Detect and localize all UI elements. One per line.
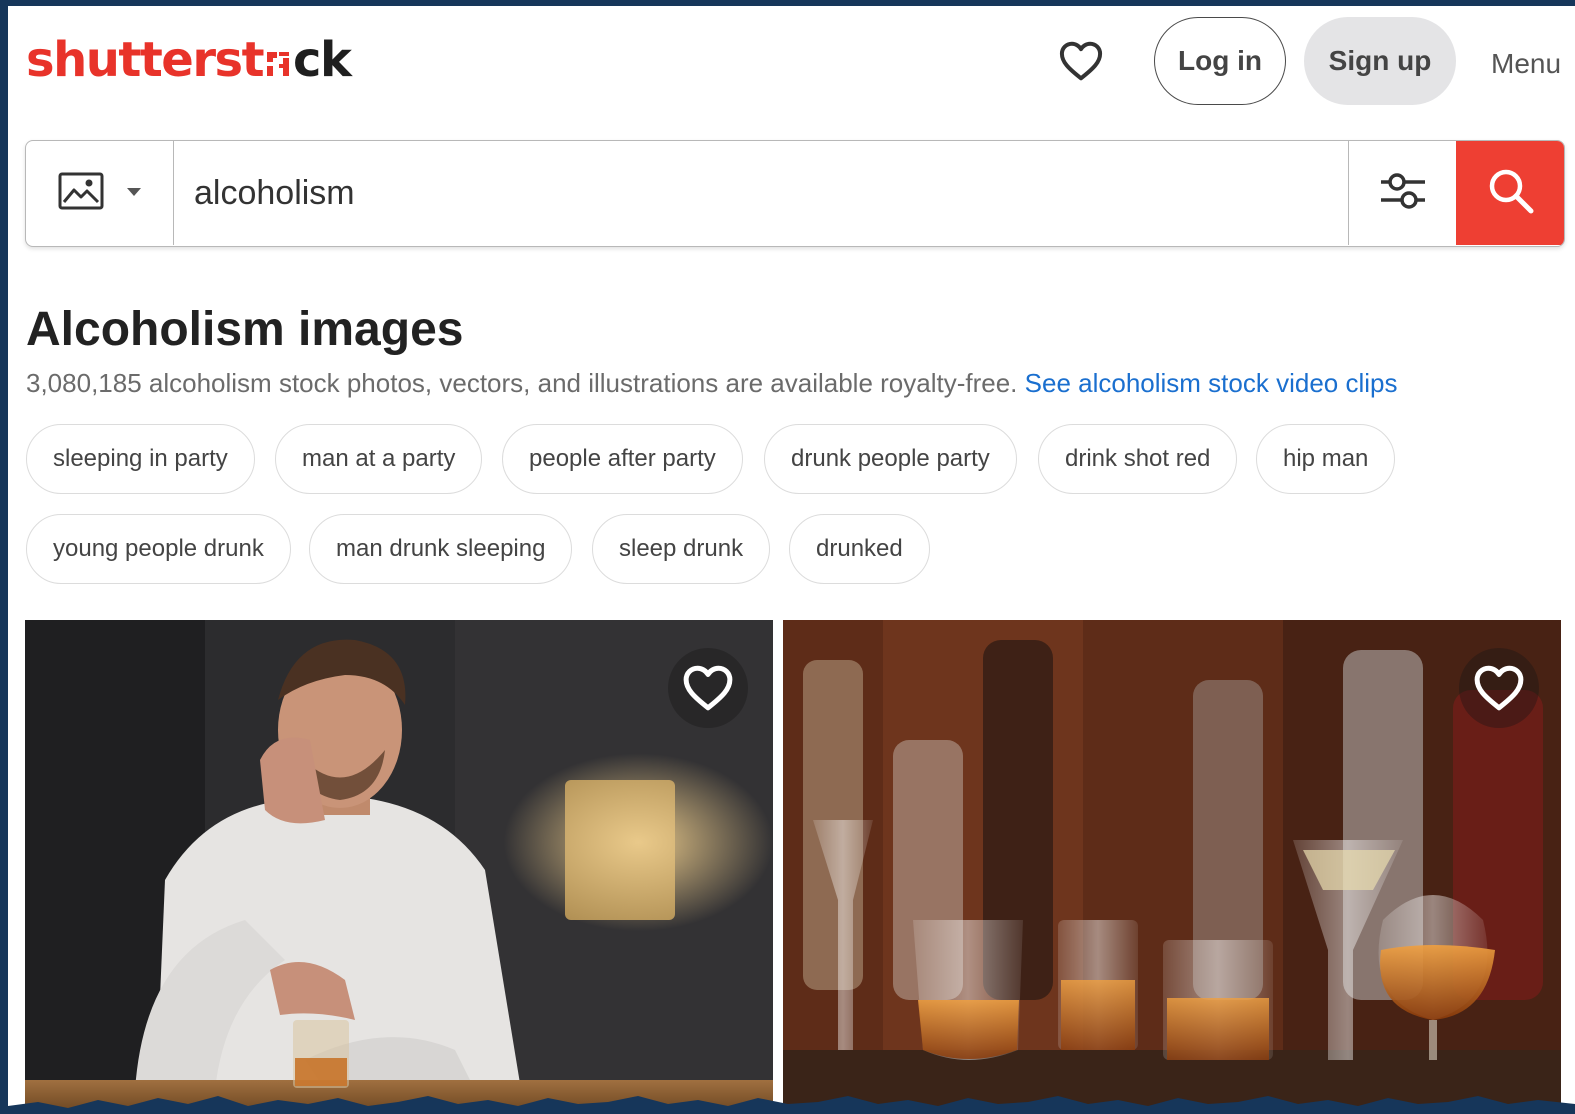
search-input[interactable] [194, 161, 1344, 225]
image-result[interactable] [25, 620, 773, 1114]
logo-o-icon [263, 36, 293, 80]
chevron-down-icon [126, 184, 142, 202]
video-clips-link[interactable]: See alcoholism stock video clips [1025, 368, 1398, 398]
media-type-selector[interactable] [26, 141, 174, 245]
logo-text-end: ck [293, 32, 352, 88]
favorites-heart-icon[interactable] [1058, 39, 1104, 83]
signup-button[interactable]: Sign up [1304, 17, 1456, 105]
sliders-icon [1378, 169, 1428, 218]
shutterstock-logo[interactable]: shutterst ck [26, 32, 352, 88]
logo-text-main: shutterst [26, 32, 265, 88]
results-count-text: 3,080,185 alcoholism stock photos, vecto… [26, 368, 1018, 398]
related-search-chip[interactable]: drink shot red [1038, 424, 1238, 494]
related-search-chip[interactable]: man drunk sleeping [309, 514, 573, 584]
page-title: Alcoholism images [26, 303, 464, 356]
torn-edge-decoration [8, 1096, 1575, 1114]
favorite-heart-icon[interactable] [1459, 648, 1539, 728]
related-search-chip[interactable]: people after party [502, 424, 743, 494]
related-search-chip[interactable]: drunked [789, 514, 930, 584]
related-search-chip[interactable]: drunk people party [764, 424, 1017, 494]
search-icon [1486, 166, 1536, 221]
search-bar [25, 140, 1565, 247]
page: shutterst ck Log in Sign up Menu alcohol… [8, 6, 1575, 1114]
related-search-chip[interactable]: man at a party [275, 424, 483, 494]
related-search-chip[interactable]: sleeping in party [26, 424, 255, 494]
favorite-heart-icon[interactable] [668, 648, 748, 728]
results-summary: 3,080,185 alcoholism stock photos, vecto… [26, 368, 1397, 399]
related-search-chip[interactable]: hip man [1256, 424, 1396, 494]
image-icon [58, 172, 104, 215]
image-result[interactable] [783, 620, 1561, 1114]
login-button[interactable]: Log in [1154, 17, 1286, 105]
search-button[interactable] [1456, 141, 1564, 245]
related-search-chip[interactable]: sleep drunk [592, 514, 771, 584]
man-at-bar-photo [25, 620, 773, 1114]
menu-button[interactable]: Menu [1491, 48, 1561, 80]
filters-button[interactable] [1348, 141, 1456, 245]
liquor-glasses-photo [783, 620, 1561, 1114]
related-search-chip[interactable]: young people drunk [26, 514, 291, 584]
